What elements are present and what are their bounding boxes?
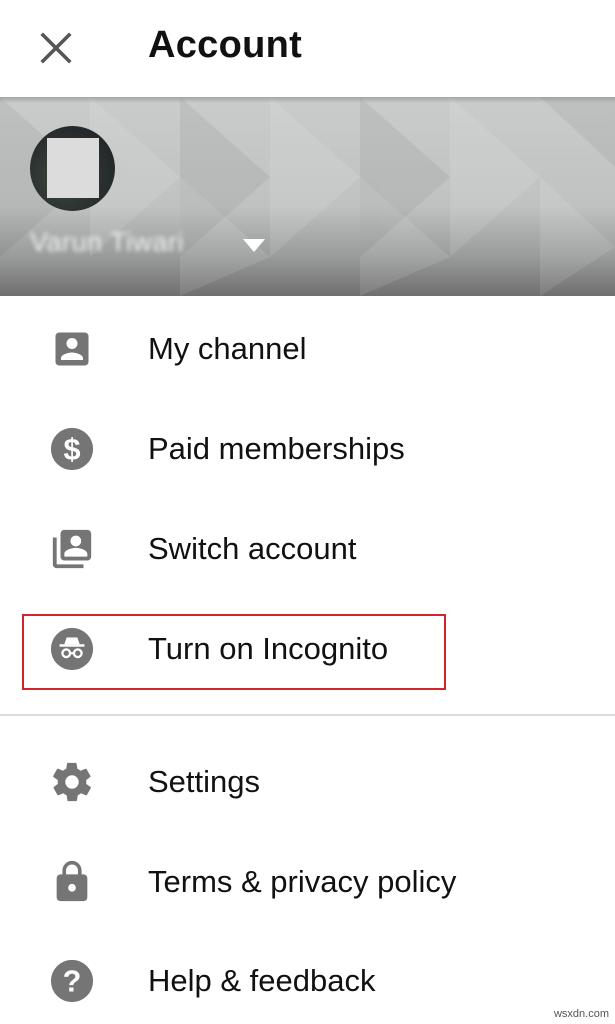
switch-account-icon (48, 525, 96, 573)
close-button[interactable] (30, 22, 82, 74)
app-header: Account (0, 0, 615, 97)
menu-item-label: My channel (148, 331, 307, 366)
menu-item-label: Terms & privacy policy (148, 864, 457, 899)
dollar-circle-icon: $ (48, 425, 96, 473)
svg-text:?: ? (63, 965, 82, 999)
menu-item-help-feedback[interactable]: ? Help & feedback (0, 935, 615, 1024)
watermark: wsxdn.com (553, 1008, 609, 1020)
menu-item-my-channel[interactable]: My channel (0, 303, 615, 393)
menu-divider (0, 714, 615, 716)
menu-item-label: Switch account (148, 531, 357, 566)
menu-item-label: Turn on Incognito (148, 631, 389, 666)
menu-item-settings[interactable]: Settings (0, 736, 615, 826)
account-switcher-button[interactable] (228, 227, 288, 267)
avatar[interactable] (30, 126, 115, 211)
help-circle-icon: ? (48, 957, 96, 1005)
menu-item-paid-memberships[interactable]: $ Paid memberships (0, 403, 615, 493)
menu-item-label: Paid memberships (148, 431, 405, 466)
gear-icon (48, 758, 96, 806)
caret-down-icon (243, 239, 265, 252)
account-box-icon (48, 325, 96, 373)
lock-icon (48, 858, 96, 906)
profile-banner: Varun Tiwari (0, 97, 615, 296)
incognito-icon (48, 625, 96, 673)
menu-item-switch-account[interactable]: Switch account (0, 503, 615, 593)
page-title: Account (148, 24, 303, 66)
menu-item-terms-privacy[interactable]: Terms & privacy policy (0, 836, 615, 926)
account-name: Varun Tiwari (30, 227, 185, 257)
menu-item-label: Settings (148, 764, 261, 799)
avatar-image (47, 138, 99, 198)
svg-text:$: $ (63, 433, 80, 467)
close-icon (40, 32, 72, 64)
menu-item-label: Help & feedback (148, 963, 376, 998)
banner-shadow (0, 97, 615, 103)
menu-item-turn-on-incognito[interactable]: Turn on Incognito (0, 603, 615, 693)
